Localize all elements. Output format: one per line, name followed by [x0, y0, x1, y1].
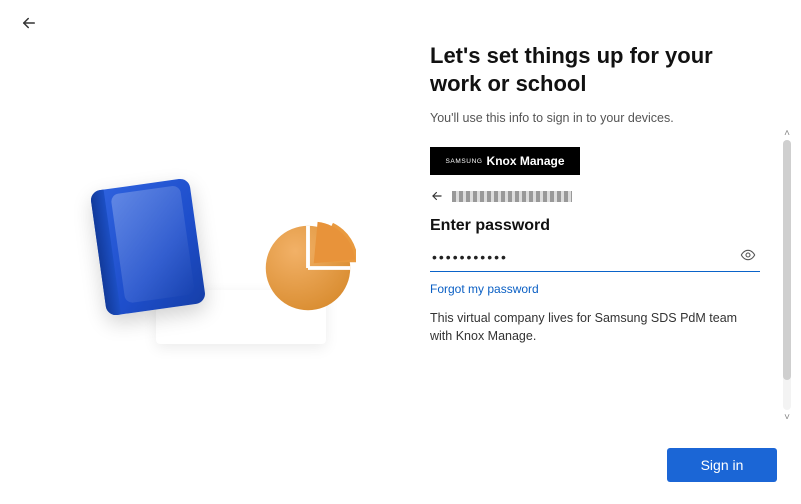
account-email-masked — [452, 191, 572, 202]
scrollbar-track[interactable] — [783, 140, 791, 410]
scroll-down-arrow[interactable]: ˅ — [782, 412, 792, 422]
reveal-password-button[interactable] — [740, 247, 758, 265]
brand-logo: SAMSUNG Knox Manage — [430, 147, 580, 175]
form-panel: Let's set things up for your work or sch… — [430, 42, 770, 345]
brand-product: Knox Manage — [487, 154, 565, 168]
book-illustration — [90, 178, 207, 317]
company-description: This virtual company lives for Samsung S… — [430, 310, 760, 345]
sign-in-button[interactable]: Sign in — [667, 448, 777, 482]
brand-vendor: SAMSUNG — [445, 158, 482, 165]
illustration-panel — [60, 150, 380, 370]
forgot-password-link[interactable]: Forgot my password — [430, 282, 770, 296]
scrollbar-thumb[interactable] — [783, 140, 791, 380]
page-subtitle: You'll use this info to sign in to your … — [430, 111, 770, 125]
account-row[interactable] — [430, 189, 770, 203]
password-input[interactable] — [430, 245, 760, 272]
scroll-up-arrow[interactable]: ˄ — [782, 128, 792, 138]
pie-chart-illustration — [260, 220, 356, 316]
arrow-left-icon — [20, 14, 38, 32]
eye-icon — [740, 247, 756, 263]
arrow-left-icon — [430, 189, 444, 203]
back-button[interactable] — [20, 14, 40, 34]
password-label: Enter password — [430, 217, 770, 235]
page-title: Let's set things up for your work or sch… — [430, 42, 760, 97]
pie-icon — [260, 220, 356, 316]
